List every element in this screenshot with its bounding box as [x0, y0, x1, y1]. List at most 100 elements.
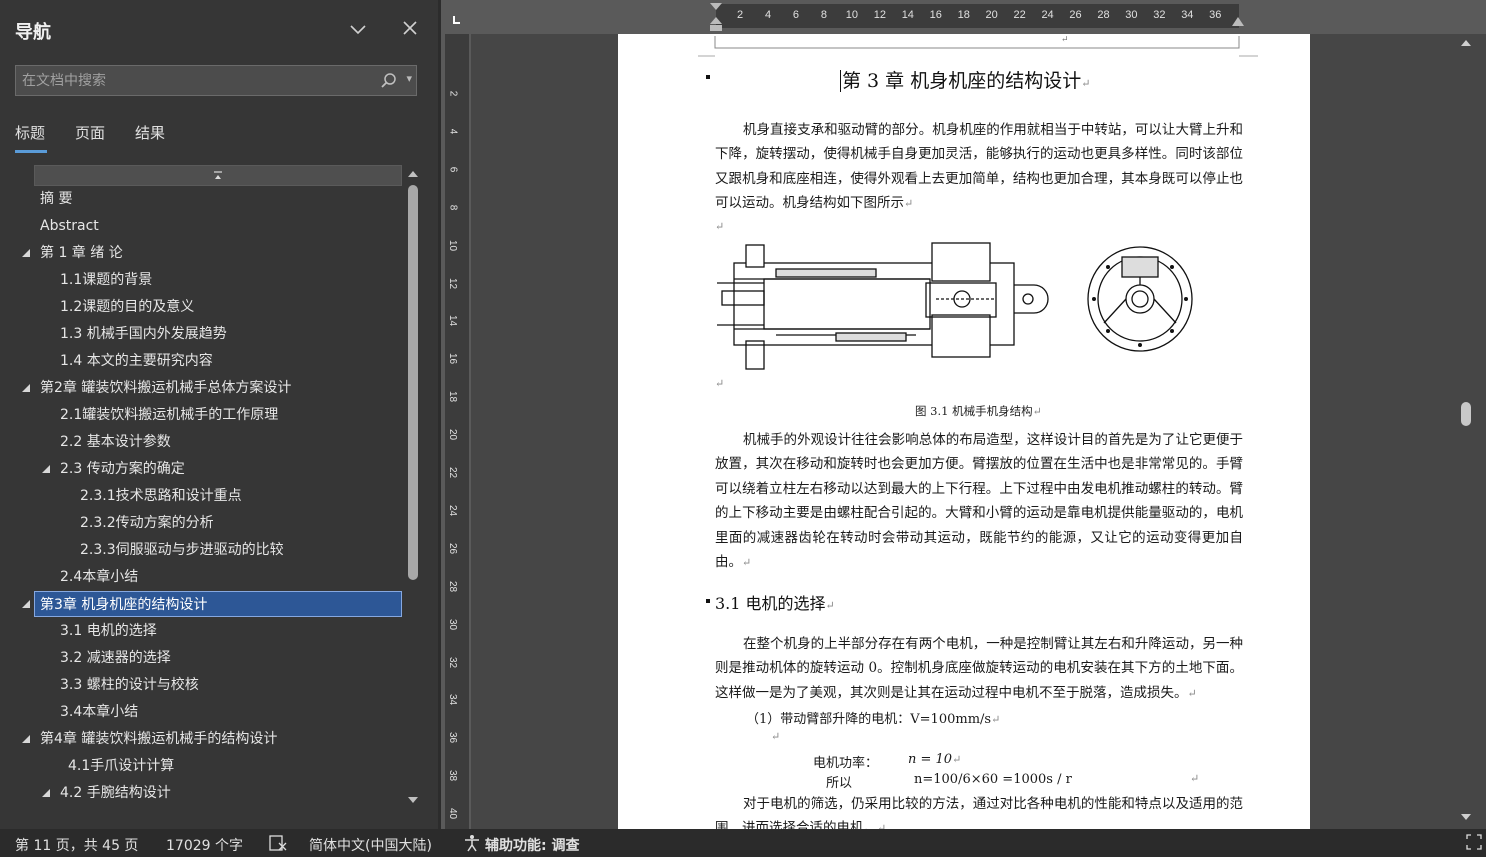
ruler-number: 16 — [929, 9, 942, 21]
list-bullet-mark — [706, 599, 710, 603]
expand-triangle-icon[interactable] — [41, 788, 51, 798]
paragraph-mark: ↵ — [715, 377, 725, 390]
ruler-number: 28 — [1097, 9, 1110, 21]
nav-heading-item[interactable]: 第3章 机身机座的结构设计 — [34, 591, 402, 617]
nav-heading-item[interactable]: 1.2课题的目的及意义 — [60, 294, 194, 320]
accessibility-status[interactable]: 辅助功能: 调查 — [485, 835, 579, 855]
nav-heading-item[interactable]: 2.3.1技术思路和设计重点 — [80, 483, 242, 509]
figure-caption-text: 图 3.1 机械手机身结构 — [915, 404, 1033, 418]
ruler-number: 8 — [447, 204, 459, 210]
chapter-title[interactable]: 第 3 章 机身机座的结构设计↵ — [840, 66, 1090, 93]
scroll-up-icon[interactable] — [1460, 38, 1472, 48]
collapse-all-button[interactable] — [34, 165, 402, 186]
nav-heading-item[interactable]: 4.1手爪设计计算 — [68, 753, 174, 779]
language-indicator[interactable]: 简体中文(中国大陆) — [309, 835, 432, 855]
nav-heading-item[interactable]: 3.1 电机的选择 — [60, 618, 157, 644]
ruler-number: 14 — [447, 315, 459, 327]
tab-headings[interactable]: 标题 — [15, 122, 45, 143]
ruler-number: 18 — [957, 9, 970, 21]
nav-heading-item[interactable]: 2.1罐装饮料搬运机械手的工作原理 — [60, 402, 278, 428]
nav-heading-item[interactable]: 第4章 罐装饮料搬运机械手的结构设计 — [40, 726, 277, 752]
ruler-number: 24 — [1041, 9, 1054, 21]
focus-mode-icon[interactable] — [1466, 834, 1482, 854]
nav-heading-item[interactable]: 3.4本章小结 — [60, 699, 138, 725]
so-label: 所以 — [826, 776, 853, 791]
ruler-number: 32 — [447, 656, 459, 668]
nav-heading-item[interactable]: 2.3.2传动方案的分析 — [80, 510, 214, 536]
search-input[interactable] — [22, 70, 377, 92]
expand-triangle-icon[interactable] — [21, 248, 31, 258]
nav-heading-item[interactable]: 2.3 传动方案的确定 — [60, 456, 185, 482]
tab-pages[interactable]: 页面 — [75, 122, 105, 143]
ruler-number: 12 — [873, 9, 886, 21]
paragraph-2-text: 机械手的外观设计往往会影响总体的布局造型，这样设计目的首先是为了让它更便于放置，… — [715, 432, 1243, 571]
nav-heading-item[interactable]: 摘 要 — [40, 186, 72, 212]
nav-heading-item[interactable]: 2.3.3伺服驱动与步进驱动的比较 — [80, 537, 284, 563]
horizontal-ruler[interactable]: 2 4 6 8 10 12 14 16 18 20 22 24 26 28 30 32 34 36 — [441, 0, 1486, 34]
scroll-down-icon[interactable] — [407, 795, 419, 805]
vertical-ruler[interactable]: 2 4 6 8 10 12 14 16 18 20 22 24 26 28 30 32 34 36 38 40 — [441, 34, 471, 829]
heading-tree: 摘 要 Abstract 第 1 章 绪 论 1.1课题的背景 1.2课题的目的及意义 1… — [0, 163, 404, 813]
paragraph-3-text: 在整个机身的上半部分存在有两个电机，一种是控制臂让其左右和升降运动，另一种则是推… — [715, 636, 1243, 701]
paragraph-2[interactable]: 机械手的外观设计往往会影响总体的布局造型，这样设计目的首先是为了让它更便于放置，… — [715, 428, 1243, 575]
mechanism-figure[interactable] — [716, 239, 1196, 384]
ruler-number: 20 — [447, 429, 459, 441]
scroll-down-icon[interactable] — [1460, 812, 1472, 822]
proofing-icon[interactable] — [268, 833, 288, 857]
right-indent-marker-icon[interactable] — [1231, 15, 1245, 29]
nav-heading-item[interactable]: 3.3 螺柱的设计与校核 — [60, 672, 199, 698]
paragraph-3[interactable]: 在整个机身的上半部分存在有两个电机，一种是控制臂让其左右和升降运动，另一种则是推… — [715, 632, 1243, 706]
document-scrollbar[interactable] — [1456, 34, 1476, 829]
ruler-number: 30 — [1125, 9, 1138, 21]
ruler-number: 36 — [447, 732, 459, 744]
expand-triangle-icon[interactable] — [21, 734, 31, 744]
nav-heading-item[interactable]: 1.3 机械手国内外发展趋势 — [60, 321, 227, 347]
ruler-number: 6 — [792, 9, 800, 21]
paragraph-4[interactable]: 对于电机的筛选，仍采用比较的方法，通过对比各种电机的性能和特点以及适用的范围，进… — [715, 792, 1243, 829]
tab-stop-icon[interactable] — [451, 10, 461, 24]
motor-power-label: 电机功率： — [813, 756, 879, 771]
ruler-number: 26 — [1069, 9, 1082, 21]
nav-heading-item[interactable]: 2.4本章小结 — [60, 564, 138, 590]
page-count[interactable]: 第 11 页，共 45 页 — [15, 835, 138, 855]
nav-heading-item[interactable]: 3.2 减速器的选择 — [60, 645, 171, 671]
ruler-number: 24 — [447, 504, 459, 516]
chevron-down-icon[interactable]: ▾ — [406, 72, 412, 85]
document-page[interactable]: ↵ 第 3 章 机身机座的结构设计↵ 机身直接支承和驱动臂的部分。机身机座的作用… — [618, 34, 1310, 829]
figure-caption[interactable]: 图 3.1 机械手机身结构↵ — [915, 403, 1042, 419]
scroll-up-icon[interactable] — [407, 169, 419, 179]
nav-scrollbar[interactable] — [404, 165, 422, 810]
section-title[interactable]: 3.1 电机的选择↵ — [715, 590, 835, 614]
motor-power-value-text: n = 10 — [908, 752, 953, 767]
indent-marker-icon[interactable] — [709, 2, 723, 32]
nav-heading-item[interactable]: 第 1 章 绪 论 — [40, 240, 123, 266]
chevron-down-icon[interactable] — [345, 16, 371, 42]
expand-triangle-icon[interactable] — [41, 464, 51, 474]
ruler-number: 40 — [447, 808, 459, 820]
nav-heading-item[interactable]: 1.4 本文的主要研究内容 — [60, 348, 213, 374]
word-count[interactable]: 17029 个字 — [166, 835, 243, 855]
list-item-1[interactable]: （1）带动臂部升降的电机：V=100mm/s↵ — [746, 708, 1000, 727]
ruler-number: 2 — [737, 9, 744, 21]
ruler-number: 10 — [845, 9, 859, 21]
nav-heading-item[interactable]: 4.2 手腕结构设计 — [60, 780, 171, 806]
motor-power-value: n = 10↵ — [908, 752, 962, 767]
nav-scrollbar-thumb[interactable] — [408, 185, 418, 580]
nav-heading-item[interactable]: Abstract — [40, 213, 99, 239]
paragraph-mark: ↵ — [1081, 77, 1091, 90]
search-icon[interactable] — [380, 71, 398, 91]
nav-heading-item[interactable]: 1.1课题的背景 — [60, 267, 152, 293]
accessibility-icon[interactable] — [462, 833, 482, 857]
tab-results[interactable]: 结果 — [135, 122, 165, 143]
search-box[interactable]: ▾ — [15, 65, 417, 96]
paragraph-1[interactable]: 机身直接支承和驱动臂的部分。机身机座的作用就相当于中转站，可以让大臂上升和下降，… — [715, 118, 1243, 217]
expand-triangle-icon[interactable] — [21, 383, 31, 393]
header-margin-marks: ↵ — [698, 35, 1258, 57]
document-scrollbar-thumb[interactable] — [1461, 402, 1471, 426]
ruler-number: 4 — [447, 128, 459, 135]
nav-heading-item[interactable]: 2.2 基本设计参数 — [60, 429, 171, 455]
so-value: n=100/6×60 =1000s / r — [914, 772, 1072, 787]
close-icon[interactable] — [397, 16, 423, 42]
nav-heading-item[interactable]: 第2章 罐装饮料搬运机械手总体方案设计 — [40, 375, 291, 401]
expand-triangle-icon[interactable] — [21, 599, 31, 609]
